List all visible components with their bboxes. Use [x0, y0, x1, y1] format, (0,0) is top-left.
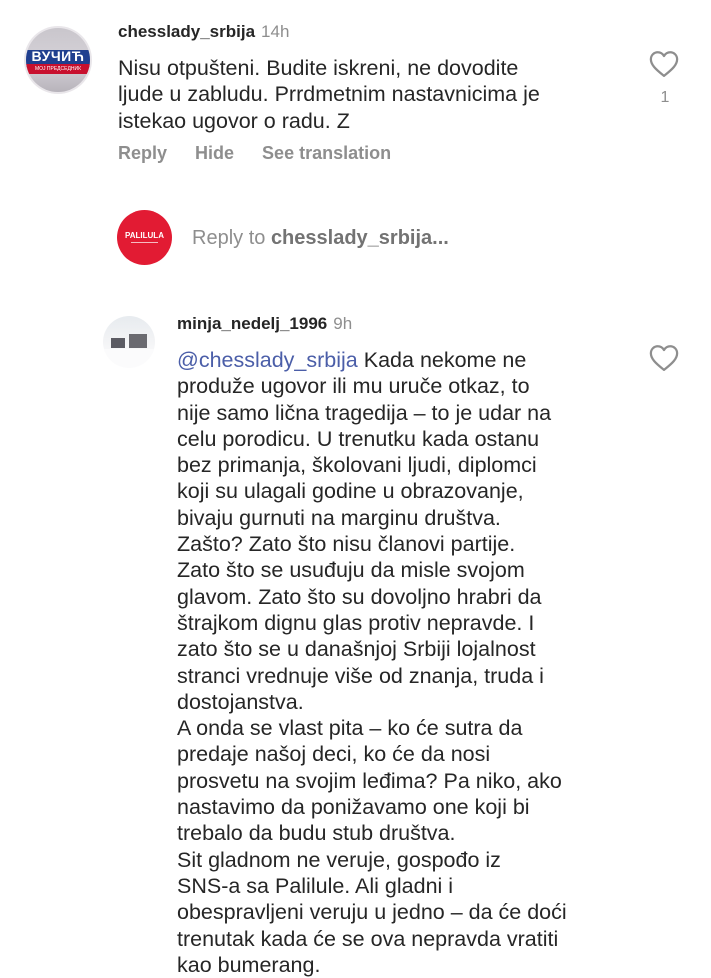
comment-text-first-line: Kada nekome ne	[357, 348, 527, 372]
avatar[interactable]	[103, 316, 155, 368]
like-count: 1	[660, 89, 670, 106]
reply-target: chesslady_srbija...	[270, 227, 449, 249]
comment-text: @chesslady_srbija Kada nekome ne produže…	[177, 347, 617, 978]
avatar-subtext: МОЈ ПРЕДСЕДНИК	[34, 66, 82, 72]
see-translation-button[interactable]: See translation	[262, 143, 391, 163]
avatar[interactable]: ВУЧИЋ МОЈ ПРЕДСЕДНИК	[24, 26, 92, 94]
username[interactable]: chesslady_srbija	[118, 22, 255, 41]
comment-header: chesslady_srbija 14h	[118, 22, 289, 42]
comment-header: minja_nedelj_1996 9h	[177, 314, 352, 334]
timestamp: 14h	[261, 22, 290, 41]
avatar-text: ВУЧИЋ	[31, 48, 85, 64]
timestamp: 9h	[333, 314, 353, 333]
comment-text: Nisu otpušteni. Budite iskreni, ne dovod…	[118, 56, 540, 133]
like-heart-icon[interactable]	[649, 50, 679, 78]
comment-text-rest: produže ugovor ili mu uruče otkaz, to ni…	[177, 374, 567, 977]
reply-prefix: Reply to	[192, 227, 271, 249]
reply-input[interactable]: Reply to chesslady_srbija...	[192, 227, 449, 250]
mention-link[interactable]: @chesslady_srbija	[177, 348, 358, 372]
hide-button[interactable]: Hide	[195, 143, 234, 163]
reply-button[interactable]: Reply	[118, 143, 167, 163]
comment-actions: Reply Hide See translation	[118, 143, 419, 164]
username[interactable]: minja_nedelj_1996	[177, 314, 327, 333]
like-heart-icon[interactable]	[649, 344, 679, 372]
reply-avatar-text: PALILULA	[125, 231, 164, 240]
reply-avatar: PALILULA	[117, 210, 172, 265]
